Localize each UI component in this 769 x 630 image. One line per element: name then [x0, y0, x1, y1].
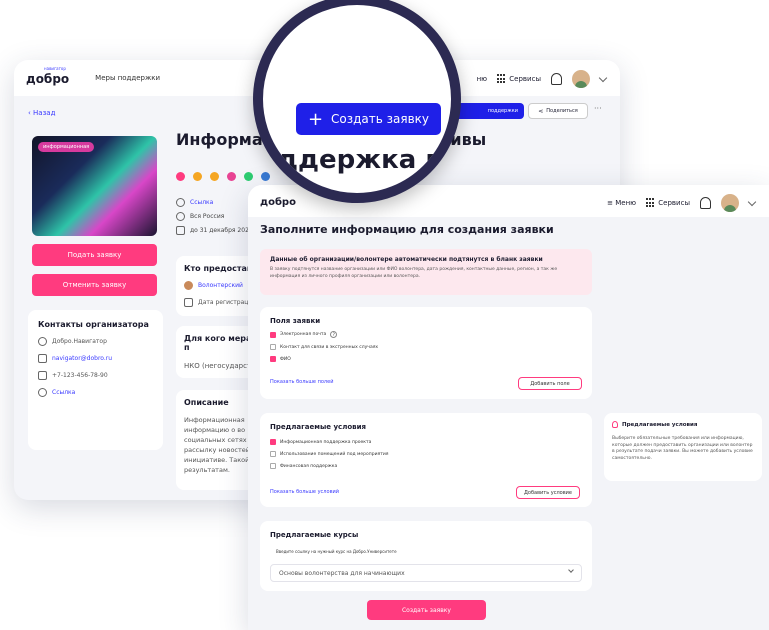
grid-icon	[646, 198, 656, 208]
provider-link[interactable]: Волонтерский	[184, 281, 258, 290]
create-request-button[interactable]: + Создать заявку	[296, 103, 441, 135]
condition-checkbox-premises[interactable]: Использование помещений под мероприятия	[270, 451, 582, 457]
avatar[interactable]	[721, 194, 739, 212]
phone-icon	[38, 371, 47, 380]
create-request-submit-button[interactable]: Создать заявку	[367, 600, 486, 620]
checkbox[interactable]	[270, 344, 276, 350]
bell-icon[interactable]	[700, 197, 711, 209]
chevron-down-icon	[568, 567, 574, 573]
checkbox[interactable]	[270, 463, 276, 469]
services-link[interactable]: Сервисы	[646, 198, 690, 208]
user-icon	[38, 337, 47, 346]
courses-title: Предлагаемые курсы	[270, 531, 359, 539]
notice-title: Данные об организации/волонтере автомати…	[270, 256, 543, 263]
calendar-icon	[184, 298, 193, 307]
meta-link[interactable]: Ссылка	[176, 198, 213, 207]
globe-icon	[176, 198, 185, 207]
condition-checkbox-info[interactable]: Информационная поддержка проекта	[270, 439, 582, 445]
share-icon: ⋖	[538, 107, 544, 115]
services-link[interactable]: Сервисы	[497, 74, 541, 84]
add-condition-button[interactable]: Добавить условие	[516, 486, 580, 499]
fields-panel: Поля заявки Электронная почта? Контакт д…	[260, 307, 592, 399]
more-icon[interactable]: ···	[594, 104, 602, 113]
bell-icon[interactable]	[551, 73, 562, 85]
course-select[interactable]: Основы волонтерства для начинающих	[270, 564, 582, 582]
conditions-panel: Предлагаемые условия Информационная подд…	[260, 413, 592, 507]
magnified-heading: ддержка ваш	[277, 145, 460, 175]
field-checkbox-fio[interactable]: ФИО	[270, 356, 582, 362]
contact-org: Добро.Навигатор	[38, 337, 153, 346]
form-title: Заполните информацию для создания заявки	[260, 223, 554, 236]
grid-icon	[497, 74, 507, 84]
field-checkbox-emergency[interactable]: Контакт для связи в экстренных случаях	[270, 344, 582, 350]
calendar-icon	[176, 226, 185, 235]
logo[interactable]: добро навигатор	[26, 66, 69, 86]
contact-email[interactable]: navigator@dobro.ru	[38, 354, 153, 363]
meta-deadline: до 31 декабря 2023	[176, 226, 253, 235]
lightbulb-icon	[612, 421, 618, 428]
checkbox[interactable]	[270, 331, 276, 338]
conditions-title: Предлагаемые условия	[270, 423, 366, 431]
checkbox[interactable]	[270, 356, 276, 362]
courses-panel: Предлагаемые курсы Введите ссылку на нуж…	[260, 521, 592, 591]
field-checkbox-email[interactable]: Электронная почта?	[270, 331, 582, 338]
conditions-info-panel: Предлагаемые условия Выберите обязательн…	[604, 413, 762, 481]
nav-support-measures[interactable]: Меры поддержки	[95, 74, 160, 82]
fields-title: Поля заявки	[270, 317, 321, 325]
location-icon	[176, 212, 185, 221]
create-request-window: добро ≡ Меню Сервисы Заполните информаци…	[248, 185, 769, 630]
category-icon	[210, 172, 219, 181]
condition-checkbox-finance[interactable]: Финансовая поддержка	[270, 463, 582, 469]
contact-link[interactable]: Ссылка	[38, 388, 153, 397]
side-text: Выберите обязательные требования или инф…	[612, 436, 753, 461]
contacts-panel: Контакты организатора Добро.Навигатор na…	[28, 310, 163, 450]
registration-date: Дата регистрац	[184, 298, 258, 307]
notice-text: В заявку подтянутся название организации…	[270, 267, 558, 279]
autofill-notice: Данные об организации/волонтере автомати…	[260, 249, 592, 295]
meta-region: Вся Россия	[176, 212, 224, 221]
magnifier-lens: +Создать заявку ддержка ваш	[253, 0, 461, 203]
category-icon	[193, 172, 202, 181]
category-tag: информационная	[38, 142, 95, 152]
hamburger-icon: ≡	[607, 199, 613, 207]
category-icon	[261, 172, 270, 181]
category-icon	[176, 172, 185, 181]
category-icons	[176, 172, 270, 181]
for-whom-title: Для кого мера п	[184, 334, 252, 352]
avatar[interactable]	[572, 70, 590, 88]
provider-avatar	[184, 281, 193, 290]
contacts-title: Контакты организатора	[38, 320, 149, 329]
hero-image: информационная	[32, 136, 157, 236]
mail-icon	[38, 354, 47, 363]
cancel-application-button[interactable]: Отменить заявку	[32, 274, 157, 296]
description-title: Описание	[184, 398, 229, 407]
provider-title: Кто предоставл	[184, 264, 258, 273]
contact-phone: +7-123-456-78-90	[38, 371, 153, 380]
side-title: Предлагаемые условия	[622, 421, 698, 428]
checkbox[interactable]	[270, 439, 276, 445]
show-more-conditions-link[interactable]: Показать больше условий	[270, 489, 339, 495]
checkbox[interactable]	[270, 451, 276, 457]
chevron-down-icon[interactable]	[747, 197, 757, 206]
plus-icon: +	[307, 108, 324, 130]
description-text: Информационная информацию о во социальны…	[184, 416, 256, 474]
menu-button[interactable]: ≡ Меню	[607, 199, 636, 207]
logo[interactable]: добро	[260, 195, 296, 208]
help-icon[interactable]: ?	[330, 331, 338, 338]
back-link[interactable]: ‹ Назад	[28, 109, 55, 117]
apply-button[interactable]: Подать заявку	[32, 244, 157, 266]
chevron-down-icon[interactable]	[598, 73, 608, 82]
courses-hint: Введите ссылку на нужный курс на Добро.У…	[276, 549, 397, 554]
for-whom-text: НКО (негосударст	[184, 362, 252, 370]
menu-link[interactable]: ню	[477, 75, 487, 83]
show-more-fields-link[interactable]: Показать больше полей	[270, 379, 333, 385]
category-icon	[244, 172, 253, 181]
globe-icon	[38, 388, 47, 397]
share-button[interactable]: ⋖ Поделиться	[528, 103, 588, 119]
support-button[interactable]: поддержки	[454, 103, 524, 119]
add-field-button[interactable]: Добавить поле	[518, 377, 582, 390]
category-icon	[227, 172, 236, 181]
